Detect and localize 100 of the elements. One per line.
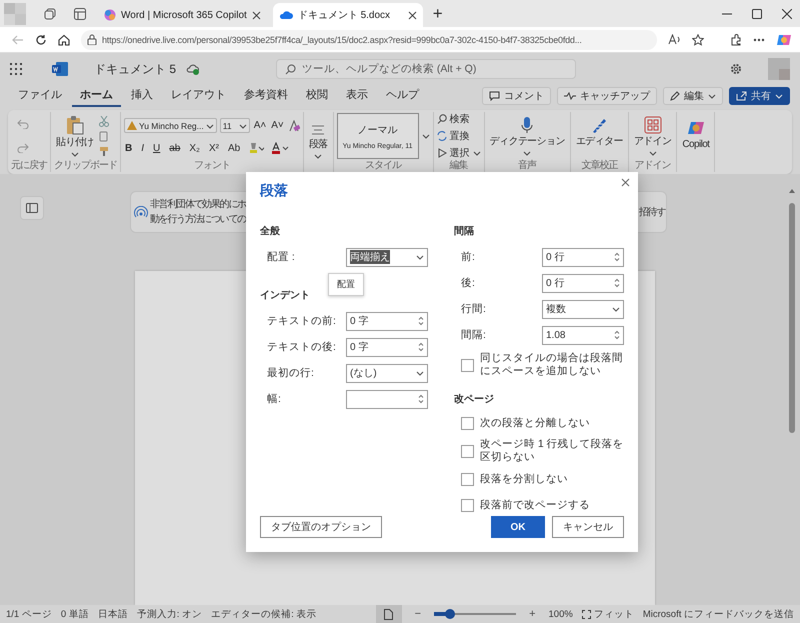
maximize-icon[interactable] xyxy=(752,8,762,18)
dropdown[interactable]: 両端揃え xyxy=(346,248,428,266)
toolbar-button[interactable]: コメント xyxy=(482,87,551,105)
spin-down-icon[interactable] xyxy=(614,284,620,288)
number-field[interactable]: 1.08 xyxy=(542,326,624,344)
toolbar-button[interactable]: 編集 xyxy=(663,87,723,105)
copilot-button[interactable]: Copilot xyxy=(680,118,712,152)
close-icon[interactable] xyxy=(408,10,417,20)
number-field[interactable] xyxy=(346,390,428,408)
format-button[interactable]: Ab xyxy=(226,142,242,154)
font-name-dropdown[interactable]: Yu Mincho Reg... xyxy=(124,118,217,133)
menu-tab[interactable]: ファイル xyxy=(10,85,70,107)
browser-tab[interactable]: Word | Microsoft 365 Copilot xyxy=(98,3,267,27)
settings-icon[interactable] xyxy=(730,63,742,75)
dictation-button[interactable]: ディクテーション xyxy=(488,115,567,157)
navigation-button[interactable] xyxy=(20,196,44,220)
format-button[interactable]: ab xyxy=(168,142,182,154)
address-bar[interactable]: https://onedrive.live.com/personal/39953be25f7ff4ca/_layouts/15/doc2.aspx?resid=999bc0a7-302c-4150-b4f7-38325cbe0fdd... xyxy=(81,30,657,50)
menu-tab[interactable]: ホーム xyxy=(72,85,121,107)
spin-down-icon[interactable] xyxy=(418,400,424,404)
format-button[interactable]: U xyxy=(152,142,162,154)
menu-tab[interactable]: 挿入 xyxy=(123,85,161,107)
checkbox[interactable] xyxy=(461,498,474,512)
menu-tab[interactable]: 校閲 xyxy=(298,85,336,107)
spin-down-icon[interactable] xyxy=(418,322,424,326)
toolbar-button[interactable]: キャッチアップ xyxy=(557,87,657,105)
zoom-out-button[interactable]: − xyxy=(410,608,426,620)
editing-menu-item[interactable]: 選択 xyxy=(436,146,481,160)
checkbox[interactable] xyxy=(461,358,474,372)
menu-tab[interactable]: 表示 xyxy=(338,85,376,107)
new-tab-button[interactable]: + xyxy=(428,0,447,27)
read-aloud-icon[interactable] xyxy=(668,34,681,45)
home-icon[interactable] xyxy=(58,34,70,46)
format-button[interactable]: I xyxy=(140,142,146,154)
close-icon[interactable] xyxy=(782,8,792,18)
ok-button[interactable]: OK xyxy=(491,516,545,538)
paragraph-button[interactable]: 段落 xyxy=(306,124,330,160)
spin-down-icon[interactable] xyxy=(614,336,620,340)
search-field[interactable]: ツール、ヘルプなどの検索 (Alt + Q) xyxy=(276,59,576,79)
highlighter-icon[interactable] xyxy=(248,142,264,154)
spin-up-icon[interactable] xyxy=(418,316,424,320)
format-painter-icon[interactable] xyxy=(98,146,109,156)
number-field[interactable]: 0 字 xyxy=(346,338,428,356)
number-field[interactable]: 0 字 xyxy=(346,312,428,330)
document-title[interactable]: ドキュメント 5 xyxy=(94,60,176,78)
scroll-up-icon xyxy=(789,189,795,193)
workspaces-icon[interactable] xyxy=(44,8,56,20)
spin-down-icon[interactable] xyxy=(418,348,424,352)
font-color-icon[interactable] xyxy=(271,142,290,154)
editor-button[interactable]: エディター xyxy=(574,115,625,157)
checkbox[interactable] xyxy=(461,472,474,486)
spin-up-icon[interactable] xyxy=(614,252,620,256)
close-icon[interactable] xyxy=(252,10,261,20)
paste-button[interactable]: 貼り付け xyxy=(54,114,96,158)
cloud-saved-icon xyxy=(186,63,200,75)
spin-up-icon[interactable] xyxy=(614,278,620,282)
spin-up-icon[interactable] xyxy=(614,330,620,334)
format-button[interactable]: X² xyxy=(208,142,220,154)
spin-down-icon[interactable] xyxy=(614,258,620,262)
extensions-icon[interactable] xyxy=(730,34,742,46)
checkbox[interactable] xyxy=(461,444,474,458)
browser-tab[interactable]: ドキュメント 5.docx xyxy=(272,3,423,27)
addin-button[interactable]: アドイン xyxy=(632,115,674,157)
checkbox-label: 段落を分割しない xyxy=(480,472,568,486)
reload-icon[interactable] xyxy=(35,34,47,46)
more-icon[interactable] xyxy=(753,38,765,42)
close-icon[interactable] xyxy=(621,178,630,187)
format-button[interactable]: B xyxy=(124,142,134,154)
font-size-button[interactable]: A˅ xyxy=(270,120,285,131)
menu-tab[interactable]: 参考資料 xyxy=(236,85,296,107)
dropdown[interactable]: (なし) xyxy=(346,364,428,382)
favorite-icon[interactable] xyxy=(692,34,704,46)
spin-up-icon[interactable] xyxy=(418,342,424,346)
font-size-button[interactable]: A˄ xyxy=(252,120,268,131)
app-launcher-icon[interactable] xyxy=(10,63,22,75)
dropdown[interactable]: 複数 xyxy=(542,300,624,318)
dialog-button[interactable]: タブ位置のオプション xyxy=(260,516,382,538)
zoom-in-button[interactable]: + xyxy=(525,608,540,620)
copy-icon[interactable] xyxy=(98,130,109,142)
number-field[interactable]: 0 行 xyxy=(542,248,624,266)
lock-icon xyxy=(87,34,97,45)
page-view-button[interactable] xyxy=(376,605,402,623)
menu-tab[interactable]: レイアウト xyxy=(163,85,234,107)
spin-up-icon[interactable] xyxy=(418,394,424,398)
checkbox[interactable] xyxy=(461,416,474,430)
format-button[interactable]: X₂ xyxy=(188,142,201,154)
feedback-link[interactable]: Microsoft にフィードバックを送信 xyxy=(642,608,794,620)
clear-format-icon[interactable] xyxy=(288,120,300,132)
cut-icon[interactable] xyxy=(98,116,109,126)
editing-menu-item[interactable]: 検索 xyxy=(436,112,481,126)
editing-menu-item[interactable]: 置換 xyxy=(436,129,481,143)
tab-actions-icon[interactable] xyxy=(74,8,86,20)
comment-icon xyxy=(489,91,500,101)
paragraph-icon xyxy=(311,125,326,137)
fit-button[interactable]: フィット xyxy=(594,608,634,620)
menu-tab[interactable]: ヘルプ xyxy=(378,85,427,107)
dialog-button[interactable]: キャンセル xyxy=(552,516,624,538)
toolbar-button[interactable]: 共有 xyxy=(729,87,790,105)
font-size-dropdown[interactable]: 11 xyxy=(220,118,250,133)
number-field[interactable]: 0 行 xyxy=(542,274,624,292)
